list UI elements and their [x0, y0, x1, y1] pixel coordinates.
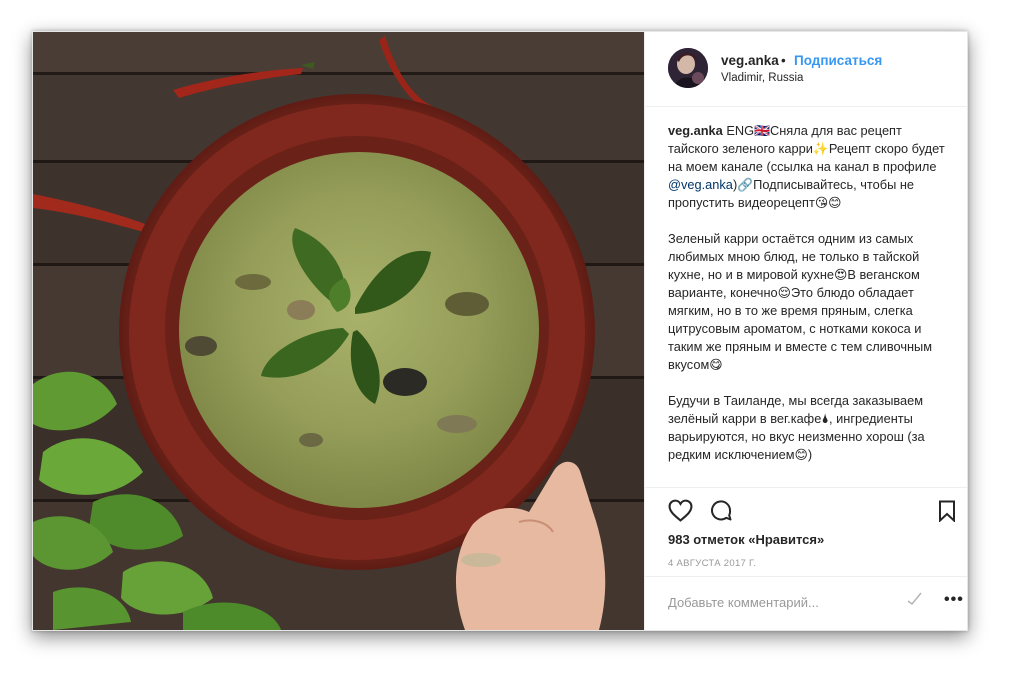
bookmark-icon[interactable]	[938, 500, 956, 527]
caption-paragraph-3: Будучи в Таиланде, мы всегда заказываем …	[668, 393, 925, 462]
spellcheck-icon	[907, 591, 923, 608]
more-options-button[interactable]: •••	[944, 591, 964, 609]
post-caption: veg.anka ENG🇬🇧Сняла для вас рецепт тайск…	[668, 122, 946, 486]
caption-mention-link[interactable]: @veg.anka	[668, 177, 733, 192]
avatar-photo	[668, 48, 708, 88]
username-link[interactable]: veg.anka	[721, 53, 779, 68]
post-sidebar: veg.anka • Подписаться Vladimir, Russia …	[644, 32, 967, 630]
heart-outline-icon[interactable]	[668, 499, 693, 527]
action-bar	[645, 487, 967, 528]
comment-bubble-icon[interactable]	[709, 499, 733, 528]
caption-author[interactable]: veg.anka	[668, 123, 723, 138]
post-photo[interactable]	[33, 32, 644, 630]
follow-button[interactable]: Подписаться	[794, 53, 882, 68]
post-header: veg.anka • Подписаться Vladimir, Russia	[645, 32, 967, 107]
caption-paragraph-2: Зеленый карри остаётся одним из самых лю…	[668, 231, 933, 372]
separator-dot: •	[781, 53, 786, 68]
user-avatar[interactable]	[668, 48, 708, 88]
comment-input[interactable]	[668, 595, 888, 610]
post-card: veg.anka • Подписаться Vladimir, Russia …	[32, 31, 968, 631]
green-curry-photo	[33, 32, 644, 630]
location-link[interactable]: Vladimir, Russia	[721, 72, 803, 84]
comment-section: •••	[645, 576, 967, 630]
post-date[interactable]: 4 АВГУСТА 2017 Г.	[668, 558, 756, 569]
caption-paragraph-1: veg.anka ENG🇬🇧Сняла для вас рецепт тайск…	[668, 122, 946, 212]
likes-count[interactable]: 983 отметок «Нравится»	[668, 532, 824, 547]
